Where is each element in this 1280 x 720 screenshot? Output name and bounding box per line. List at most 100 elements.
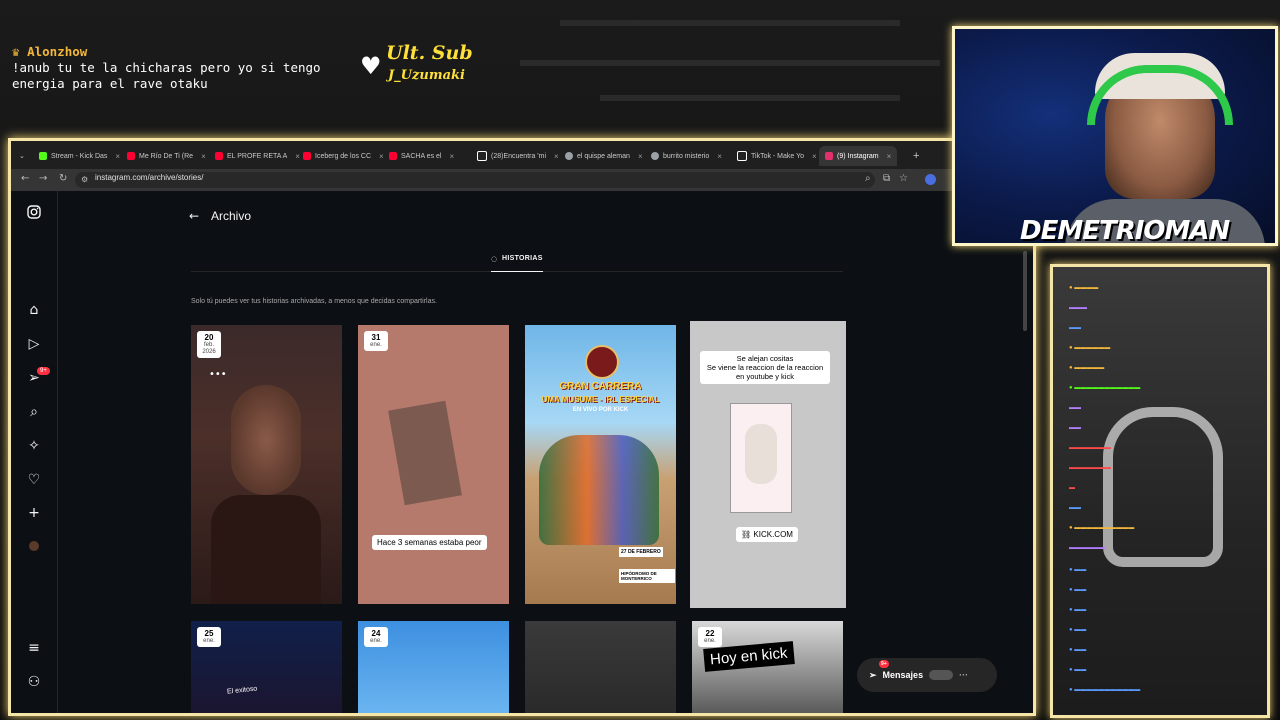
page-title: Archivo — [211, 209, 252, 223]
tab-search-button[interactable]: ⌄ — [19, 146, 25, 166]
tab-youtube-1[interactable]: Me Río De Ti (Re × — [127, 146, 206, 166]
chat-message: ▬▬ — [1069, 325, 1081, 331]
search-icon[interactable]: ⌕ — [25, 403, 43, 421]
tab-instagram[interactable]: (9) Instagram × — [819, 146, 898, 166]
close-icon[interactable]: × — [115, 152, 120, 161]
forward-icon[interactable]: → — [39, 173, 47, 184]
tab-youtube-4[interactable]: SACHA es el × — [389, 146, 454, 166]
crown-icon: ♛ — [12, 44, 20, 59]
story-caption: Se alejan cositas Se viene la reaccion d… — [700, 351, 830, 384]
profile-avatar[interactable] — [29, 541, 39, 551]
story-thumbnail[interactable]: 31 ene. Hace 3 semanas estaba peor — [358, 325, 509, 604]
close-icon[interactable]: × — [379, 152, 384, 161]
tiktok-icon — [477, 151, 487, 161]
poster-date: 27 DE FEBRERO — [619, 547, 663, 557]
tab-google-1[interactable]: el quispe aleman × — [565, 146, 643, 166]
cast-icon[interactable]: ⧉ — [883, 173, 890, 184]
tab-label: (28)Encuentra 'mi — [491, 152, 547, 160]
more-options-icon[interactable]: ••• — [209, 369, 227, 380]
google-icon — [565, 152, 573, 160]
date-badge: 22 ene. — [698, 627, 722, 647]
explore-icon[interactable]: ✧ — [25, 437, 43, 455]
story-thumbnail[interactable]: 20 feb. 2026 ••• — [191, 325, 342, 604]
chat-message: ● ▬▬ — [1069, 627, 1087, 633]
streamer-name: DEMETRIOMAN — [1020, 216, 1230, 246]
person-photo — [231, 385, 301, 495]
chat-message: ▬▬ — [1069, 425, 1081, 431]
chat-message: ▬▬▬▬▬▬▬ — [1069, 465, 1111, 471]
create-icon[interactable]: + — [25, 504, 43, 522]
profile-avatar[interactable] — [925, 174, 936, 185]
instagram-icon — [825, 152, 833, 160]
tab-tiktok-2[interactable]: TikTok - Make Yo × — [737, 146, 817, 166]
last-sub-title: Ult. Sub — [386, 42, 473, 64]
story-thumbnail[interactable]: 22 ene. Hoy en kick — [692, 621, 843, 713]
bookmark-star-icon[interactable]: ☆ — [899, 173, 908, 184]
new-tab-button[interactable]: + — [913, 146, 919, 166]
messages-icon: ➢ — [869, 669, 877, 680]
tab-label: Iceberg de los CC — [315, 152, 372, 160]
scrollbar[interactable] — [1023, 251, 1027, 331]
more-apps-icon[interactable]: ⚇ — [25, 673, 43, 691]
site-info-icon[interactable]: ⚙ — [81, 175, 88, 184]
chat-message: ● ▬▬ — [1069, 667, 1087, 673]
tab-youtube-2[interactable]: EL PROFE RETA A × — [215, 146, 300, 166]
youtube-icon — [215, 152, 223, 160]
tab-label: el quispe aleman — [577, 152, 630, 160]
more-icon[interactable]: ··· — [959, 670, 968, 680]
person-photo — [745, 424, 777, 484]
zoom-icon[interactable]: ⌕ — [865, 173, 871, 184]
story-thumbnail[interactable] — [525, 621, 676, 713]
chat-message: ● ▬▬ — [1069, 587, 1087, 593]
person-shoulders — [211, 495, 321, 604]
kick-link-sticker[interactable]: ⛓ KICK.COM — [736, 527, 798, 542]
notifications-heart-icon[interactable]: ♡ — [25, 471, 43, 489]
back-icon[interactable]: ← — [21, 173, 29, 184]
date-badge: 25 ene. — [197, 627, 221, 647]
story-thumbnail[interactable]: 25 ene. El exitoso — [191, 621, 342, 713]
tab-label: Me Río De Ti (Re — [139, 152, 194, 160]
close-icon[interactable]: × — [638, 152, 643, 161]
story-thumbnail[interactable]: Se alejan cositas Se viene la reaccion d… — [690, 321, 846, 608]
story-caption: El exitoso — [226, 685, 258, 696]
story-thumbnail[interactable]: 24 ene. — [358, 621, 509, 713]
close-icon[interactable]: × — [717, 152, 722, 161]
tab-tiktok-1[interactable]: (28)Encuentra 'mi × — [477, 146, 559, 166]
instagram-sidebar: ⌂ ▷ ➢ 9+ ⌕ ✧ ♡ + ≡ ⚇ — [11, 191, 58, 713]
chat-alert-message: !anub tu te la chicharas pero yo si teng… — [12, 60, 321, 91]
tab-active-indicator — [491, 271, 543, 272]
story-thumbnail[interactable]: GRAN CARRERA UMA MUSUME - IRL ESPECIAL E… — [525, 325, 676, 604]
chat-message: ● ▬▬ — [1069, 567, 1087, 573]
reels-icon[interactable]: ▷ — [25, 335, 43, 353]
tab-label: EL PROFE RETA A — [227, 152, 288, 160]
close-icon[interactable]: × — [295, 152, 300, 161]
google-icon — [651, 152, 659, 160]
chat-message: ● ▬▬ — [1069, 607, 1087, 613]
chat-message: ● ▬▬▬▬▬▬▬▬▬▬ — [1069, 525, 1135, 531]
close-icon[interactable]: × — [887, 152, 892, 161]
poster-title: GRAN CARRERA — [559, 381, 642, 392]
chat-message: ● ▬▬▬▬▬▬ — [1069, 345, 1111, 351]
close-icon[interactable]: × — [812, 152, 817, 161]
close-icon[interactable]: × — [449, 152, 454, 161]
instagram-logo-icon[interactable] — [25, 205, 43, 223]
tab-youtube-3[interactable]: Iceberg de los CC × — [303, 146, 384, 166]
avatars-stack — [929, 670, 954, 680]
back-arrow-icon[interactable]: ← — [189, 209, 199, 223]
reload-icon[interactable]: ↻ — [59, 173, 67, 184]
tab-label: TikTok - Make Yo — [751, 152, 805, 160]
home-icon[interactable]: ⌂ — [25, 301, 43, 319]
messages-button[interactable]: ➢ 9+ Mensajes ··· — [857, 658, 997, 692]
close-icon[interactable]: × — [554, 152, 559, 161]
tab-google-2[interactable]: burrito misterio × — [651, 146, 722, 166]
chat-message: ▬▬▬ — [1069, 305, 1087, 311]
instagram-page: ⌂ ▷ ➢ 9+ ⌕ ✧ ♡ + ≡ ⚇ ← Archivo ◌ HISTORI… — [11, 191, 1033, 713]
ceiling-beam — [520, 60, 940, 66]
date-badge: 31 ene. — [364, 331, 388, 351]
close-icon[interactable]: × — [201, 152, 206, 161]
tab-kick[interactable]: Stream - Kick Das × — [39, 146, 120, 166]
menu-icon[interactable]: ≡ — [25, 639, 43, 657]
youtube-icon — [389, 152, 397, 160]
tab-historias[interactable]: HISTORIAS — [502, 255, 543, 262]
youtube-icon — [303, 152, 311, 160]
